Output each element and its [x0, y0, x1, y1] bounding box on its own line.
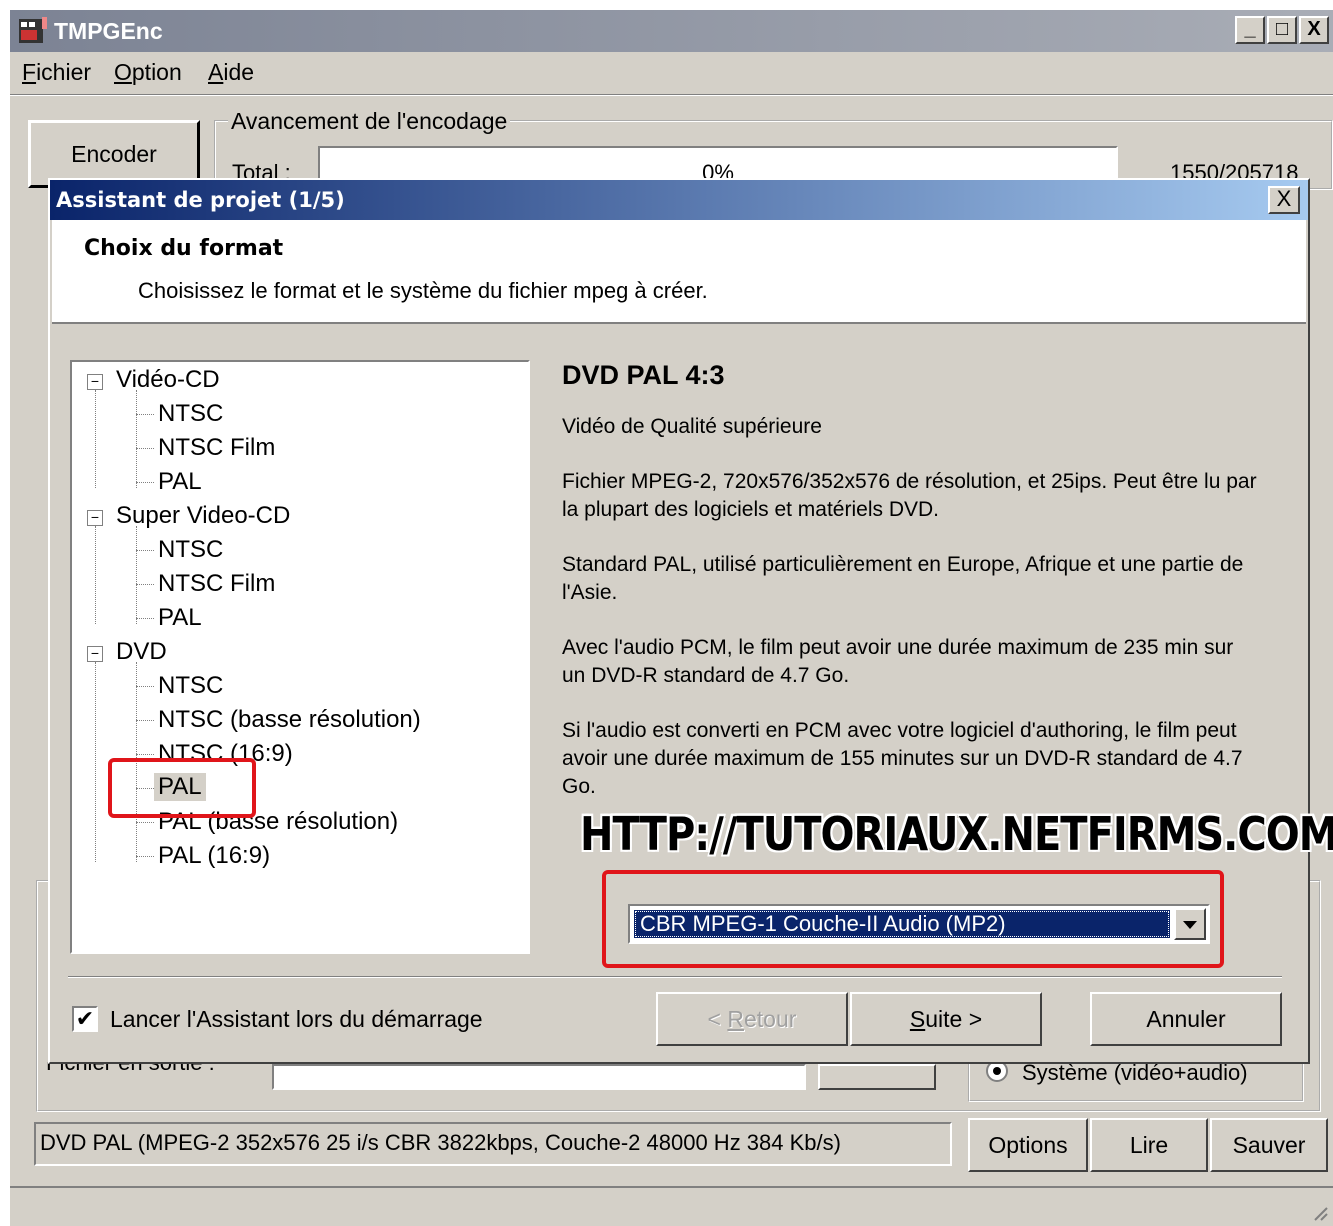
format-standard: Standard PAL, utilisé particulièrement e…	[562, 553, 1244, 604]
cancel-button[interactable]: Annuler	[1090, 992, 1282, 1046]
tree-line	[136, 390, 137, 488]
format-description: DVD PAL 4:3 Vidéo de Qualité supérieure …	[562, 360, 1262, 828]
tree-node-dvd-pal-169[interactable]: PAL (16:9)	[158, 842, 270, 870]
tree-node-dvd-ntsc[interactable]: NTSC	[158, 672, 223, 700]
output-file-field[interactable]	[272, 1064, 806, 1090]
tree-line	[136, 526, 137, 624]
tree-node-vcd[interactable]: Vidéo-CD	[116, 366, 220, 394]
tree-line	[136, 754, 154, 755]
tree-line	[136, 550, 154, 551]
format-pcm-duration: Avec l'audio PCM, le film peut avoir une…	[562, 636, 1234, 687]
back-button[interactable]: < Retour	[656, 992, 848, 1046]
tree-node-vcd-ntsc[interactable]: NTSC	[158, 400, 223, 428]
watermark-text: HTTP://TUTORIAUX.NETFIRMS.COM	[580, 808, 1333, 862]
tree-node-svcd-pal[interactable]: PAL	[158, 604, 202, 632]
checkmark-icon: ✔	[75, 1006, 95, 1031]
tree-line	[136, 584, 154, 585]
status-bar	[10, 1186, 1333, 1226]
project-wizard-dialog: Assistant de projet (1/5) X Choix du for…	[48, 178, 1333, 1064]
startup-checkbox-label: Lancer l'Assistant lors du démarrage	[110, 1006, 483, 1032]
header-title: Choix du format	[84, 236, 284, 261]
next-button[interactable]: Suite >	[850, 992, 1042, 1046]
format-authoring-duration: Si l'audio est converti en PCM avec votr…	[562, 719, 1243, 798]
collapse-icon[interactable]: −	[87, 646, 103, 662]
format-summary: DVD PAL (MPEG-2 352x576 25 i/s CBR 3822k…	[34, 1122, 952, 1166]
tree-line	[136, 448, 154, 449]
minimize-button[interactable]: _	[1235, 16, 1265, 44]
dropdown-arrow-icon[interactable]	[1174, 908, 1206, 940]
app-title: TMPGEnc	[54, 18, 163, 44]
audio-format-selected: CBR MPEG-1 Couche-II Audio (MP2)	[634, 910, 1170, 938]
menu-separator	[10, 94, 1333, 96]
collapse-icon[interactable]: −	[87, 374, 103, 390]
resize-grip-icon[interactable]	[1311, 1204, 1329, 1222]
format-title: DVD PAL 4:3	[562, 360, 725, 390]
close-button[interactable]: X	[1299, 16, 1329, 44]
tree-node-dvd-ntsc-low[interactable]: NTSC (basse résolution)	[158, 706, 421, 734]
dialog-title-bar: Assistant de projet (1/5) X	[50, 180, 1308, 220]
dialog-header: Choix du format Choisissez le format et …	[52, 220, 1306, 324]
tree-line	[95, 390, 96, 488]
dialog-close-button[interactable]: X	[1268, 186, 1300, 214]
tree-node-vcd-ntsc-film[interactable]: NTSC Film	[158, 434, 275, 462]
menu-fichier[interactable]: Fichier	[22, 59, 91, 86]
format-quality: Vidéo de Qualité supérieure	[562, 415, 822, 438]
tree-line	[95, 526, 96, 624]
tree-line	[95, 662, 96, 862]
menu-aide[interactable]: Aide	[208, 59, 254, 86]
collapse-icon[interactable]: −	[87, 510, 103, 526]
audio-format-select[interactable]: CBR MPEG-1 Couche-II Audio (MP2)	[628, 904, 1210, 944]
tree-line	[136, 720, 154, 721]
menu-bar: Fichier Option Aide	[10, 56, 1333, 90]
tree-node-dvd[interactable]: DVD	[116, 638, 167, 666]
format-tree[interactable]: − Vidéo-CD NTSC NTSC Film PAL − Super Vi…	[70, 360, 530, 954]
radio-dot	[993, 1067, 1001, 1075]
tree-line	[136, 618, 154, 619]
tree-line	[136, 822, 154, 823]
maximize-button[interactable]: □	[1267, 16, 1297, 44]
tree-node-svcd-ntsc-film[interactable]: NTSC Film	[158, 570, 275, 598]
tree-line	[136, 482, 154, 483]
tree-node-svcd-ntsc[interactable]: NTSC	[158, 536, 223, 564]
format-resolution: Fichier MPEG-2, 720x576/352x576 de résol…	[562, 470, 1257, 521]
title-bar: TMPGEnc _ □ X	[10, 10, 1333, 52]
tree-line	[136, 414, 154, 415]
startup-checkbox[interactable]: ✔	[72, 1006, 98, 1032]
dialog-separator	[68, 976, 1282, 978]
progress-group-label: Avancement de l'encodage	[228, 108, 511, 135]
header-subtitle: Choisissez le format et le système du fi…	[138, 278, 708, 303]
options-button[interactable]: Options	[968, 1118, 1088, 1172]
tree-line	[136, 686, 154, 687]
play-button[interactable]: Lire	[1090, 1118, 1208, 1172]
tree-node-vcd-pal[interactable]: PAL	[158, 468, 202, 496]
browse-button[interactable]	[818, 1064, 936, 1090]
pal-highlight-box	[108, 758, 256, 818]
menu-option[interactable]: Option	[114, 59, 182, 86]
app-icon	[19, 17, 47, 43]
tree-node-svcd[interactable]: Super Video-CD	[116, 502, 290, 530]
dialog-title: Assistant de projet (1/5)	[56, 188, 345, 212]
tree-line	[136, 856, 154, 857]
save-button[interactable]: Sauver	[1210, 1118, 1328, 1172]
